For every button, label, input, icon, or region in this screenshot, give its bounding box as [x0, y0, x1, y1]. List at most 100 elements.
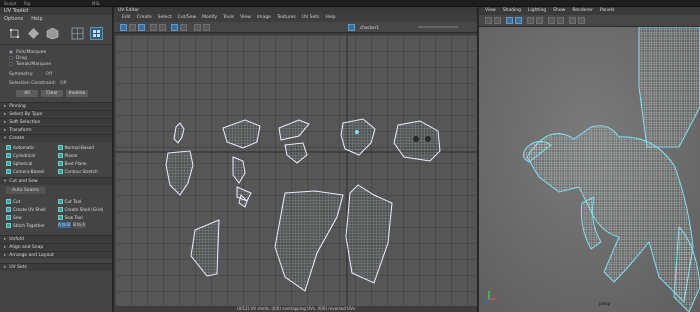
checker-icon[interactable]: [171, 24, 178, 31]
shadows-icon[interactable]: [536, 17, 543, 24]
distortion-icon[interactable]: [159, 24, 166, 31]
tool-cylindrical[interactable]: Cylindrical: [6, 152, 55, 159]
menu-options[interactable]: Options: [4, 16, 23, 22]
lights-icon[interactable]: [527, 17, 534, 24]
tool-cut-tool[interactable]: Cut Tool: [57, 198, 107, 205]
menu-create[interactable]: Create: [137, 15, 152, 21]
multi-mode-icon[interactable]: [90, 27, 103, 40]
tool-automatic[interactable]: Automatic: [6, 144, 55, 151]
toolkit-menubar: Options Help: [0, 15, 112, 23]
tool-create-shell-grid[interactable]: Create Shell (Grid): [57, 206, 107, 213]
section-pinning[interactable]: ▸ Pinning: [0, 102, 112, 110]
constraint-label: Selection Constraint:: [9, 81, 57, 86]
exposure-slider[interactable]: [418, 26, 458, 28]
uv-mode-icon[interactable]: [27, 27, 40, 40]
shelf-tab[interactable]: MSL: [92, 1, 100, 6]
constraint-dropdown[interactable]: Off: [60, 81, 67, 86]
textured-icon[interactable]: [515, 17, 522, 24]
dim-image-icon[interactable]: [180, 24, 187, 31]
symmetry-row: Symmetry: Off: [0, 70, 112, 79]
wireframe-icon[interactable]: [138, 24, 145, 31]
uv-grid-canvas[interactable]: [115, 35, 477, 306]
radio-dot[interactable]: [9, 56, 13, 60]
grid-display-icon[interactable]: [120, 24, 127, 31]
tool-label: Contour Stretch: [64, 169, 98, 174]
section-align-snap[interactable]: ▸ Align and Snap: [0, 243, 112, 251]
menu-panels[interactable]: Panels: [600, 8, 614, 14]
tool-cut[interactable]: Cut: [6, 198, 55, 205]
section-label: Pinning: [9, 104, 26, 109]
stitch-a-to-b-button[interactable]: A to B: [57, 222, 71, 228]
section-unfold[interactable]: ▸ Unfold: [0, 235, 112, 243]
tool-best-plane[interactable]: Best Plane: [57, 160, 107, 167]
section-soft-selection[interactable]: ▸ Soft Selection: [0, 118, 112, 126]
menu-help[interactable]: Help: [325, 15, 335, 21]
texture-dropdown[interactable]: checker1: [360, 25, 379, 30]
shelf-tab[interactable]: Sculpt: [4, 1, 17, 6]
tool-sew[interactable]: Sew: [6, 214, 55, 221]
face-mode-icon[interactable]: [71, 27, 84, 40]
tool-label: Camera-Based: [13, 169, 44, 174]
menu-select[interactable]: Select: [158, 15, 172, 21]
section-label: Cut and Sew: [9, 179, 38, 184]
section-create[interactable]: ▾ Create: [0, 134, 112, 142]
tool-create-uv-shell[interactable]: Create UV Shell: [6, 206, 55, 213]
tool-spherical[interactable]: Spherical: [6, 160, 55, 167]
cut-tools-grid: Cut Cut Tool Create UV Shell Create Shel…: [0, 196, 112, 231]
texture-menu-icon[interactable]: [348, 24, 355, 31]
shell-mode-icon[interactable]: [46, 27, 59, 40]
radio-dot[interactable]: [9, 62, 13, 66]
isolate-icon[interactable]: [203, 24, 210, 31]
menu-image[interactable]: Image: [257, 15, 271, 21]
tool-contour-stretch[interactable]: Contour Stretch: [57, 168, 107, 175]
tool-label: Stitch Together: [13, 223, 45, 228]
select-clear-button[interactable]: Clear: [41, 90, 63, 97]
resolution-gate-icon[interactable]: [569, 17, 576, 24]
menu-lighting[interactable]: Lighting: [528, 8, 546, 14]
section-label: Soft Selection: [9, 120, 41, 125]
film-gate-icon[interactable]: [578, 17, 585, 24]
tool-normal-based[interactable]: Normal-Based: [57, 144, 107, 151]
stitch-b-to-a-button[interactable]: B to A: [72, 222, 86, 228]
vertex-mode-icon[interactable]: [8, 27, 21, 40]
menu-edit[interactable]: Edit: [122, 15, 131, 21]
section-arrange-layout[interactable]: ▸ Arrange and Layout: [0, 251, 112, 259]
radio-dot[interactable]: [9, 50, 13, 54]
menu-shading[interactable]: Shading: [503, 8, 521, 14]
symmetry-dropdown[interactable]: Off: [46, 72, 53, 77]
menu-help[interactable]: Help: [31, 16, 42, 22]
section-cut-and-sew[interactable]: ▾ Cut and Sew: [0, 177, 112, 185]
tool-stitch-together[interactable]: Stitch Together: [6, 222, 55, 229]
section-select-by-type[interactable]: ▸ Select By Type: [0, 110, 112, 118]
menu-uv-sets[interactable]: UV Sets: [302, 15, 320, 21]
menu-cut-sew[interactable]: Cut/Sew: [178, 15, 197, 21]
snap-icon[interactable]: [194, 24, 201, 31]
menu-view[interactable]: View: [485, 8, 496, 14]
menu-show[interactable]: Show: [553, 8, 565, 14]
shelf-tab[interactable]: Rig: [24, 1, 30, 6]
xray-icon[interactable]: [548, 17, 555, 24]
camera-icon[interactable]: [485, 17, 492, 24]
menu-tools[interactable]: Tools: [223, 15, 234, 21]
expand-arrow-icon: ▸: [4, 112, 7, 117]
tool-camera-based[interactable]: Camera-Based: [6, 168, 55, 175]
grid-icon[interactable]: [494, 17, 501, 24]
select-inverse-button[interactable]: Inverse: [66, 90, 88, 97]
menu-renderer[interactable]: Renderer: [572, 8, 593, 14]
menu-modify[interactable]: Modify: [202, 15, 217, 21]
menu-textures[interactable]: Textures: [277, 15, 296, 21]
isolate-select-icon[interactable]: [557, 17, 564, 24]
uv-shells-svg: [115, 35, 477, 306]
section-transform[interactable]: ▸ Transform: [0, 126, 112, 134]
viewport-canvas[interactable]: persp: [479, 27, 700, 312]
section-uv-sets[interactable]: ▸ UV Sets: [0, 263, 112, 271]
tool-sew-tool[interactable]: Sew Tool: [57, 214, 107, 221]
auto-seams-button[interactable]: Auto Seams: [6, 187, 45, 194]
select-all-button[interactable]: All: [16, 90, 38, 97]
wireframe-shaded-icon[interactable]: [506, 17, 513, 24]
menu-view[interactable]: View: [240, 15, 251, 21]
texture-border-icon[interactable]: [150, 24, 157, 31]
camera-based-icon: [6, 169, 11, 174]
shaded-uv-icon[interactable]: [129, 24, 136, 31]
tool-planar[interactable]: Planar: [57, 152, 107, 159]
